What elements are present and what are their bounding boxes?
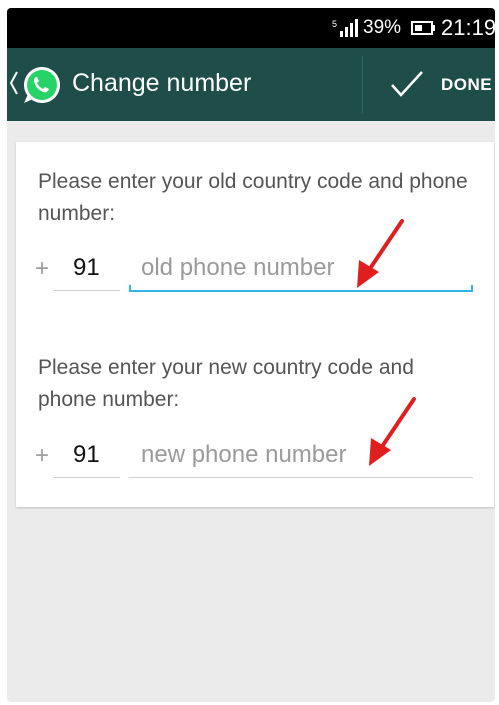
action-bar: Change number DONE [7, 48, 495, 121]
checkmark-icon [391, 71, 423, 97]
old-phone-number-input[interactable] [129, 248, 473, 288]
new-phone-number-input[interactable] [129, 435, 473, 475]
network-badge: 5 [332, 19, 337, 29]
signal-icon: 5 [332, 19, 358, 37]
whatsapp-logo-icon[interactable] [21, 64, 63, 106]
old-phone-underline [129, 290, 473, 292]
red-arrow-icon [369, 397, 416, 466]
done-label: DONE [441, 75, 493, 94]
new-country-code-plus: + [35, 442, 50, 469]
new-country-code-field[interactable]: 91 [73, 441, 100, 469]
old-country-code-underline [54, 290, 120, 291]
old-country-code-field[interactable]: 91 [73, 254, 100, 282]
phone-screen: 5 39% 21:19 Change number DONE Please en… [7, 8, 495, 702]
chevron-left-icon[interactable] [9, 70, 19, 96]
new-country-code-underline [54, 477, 120, 478]
battery-icon [411, 21, 435, 35]
done-button[interactable]: DONE [365, 48, 495, 121]
underline-left-tick [129, 285, 131, 292]
old-country-code-plus: + [35, 255, 50, 282]
status-bar: 5 39% 21:19 [7, 8, 495, 48]
new-phone-underline [129, 477, 473, 478]
red-arrow-icon [357, 219, 404, 288]
action-bar-divider [362, 56, 363, 113]
change-number-form: Please enter your old country code and p… [16, 142, 494, 507]
clock: 21:19 [441, 15, 495, 40]
underline-right-tick [471, 285, 473, 292]
page-title: Change number [72, 69, 252, 97]
battery-percent: 39% [363, 17, 402, 38]
